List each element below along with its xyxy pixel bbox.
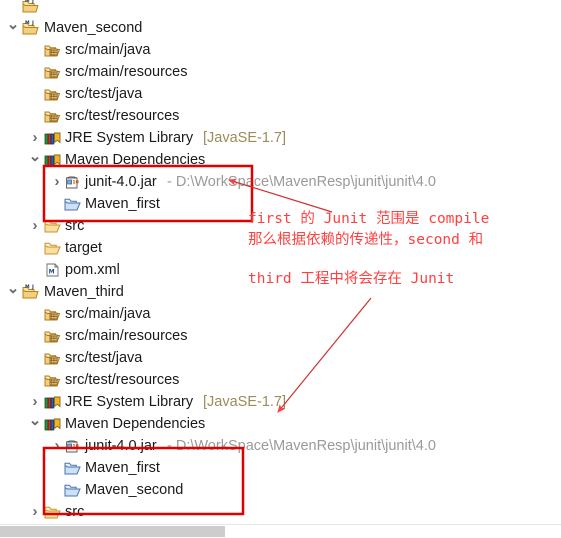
annotation-line-2: 那么根据依赖的传递性，second 和 xyxy=(248,232,484,248)
source-folder-icon xyxy=(44,39,62,61)
chevron-down-icon[interactable] xyxy=(6,281,20,304)
library-icon xyxy=(44,413,62,435)
chevron-right-icon[interactable] xyxy=(28,501,42,524)
svg-text:M: M xyxy=(25,0,30,4)
jar-icon: 10 xyxy=(64,435,82,457)
tree-row-label: src xyxy=(65,504,85,520)
tree-row[interactable]: Maven Dependencies xyxy=(0,149,561,171)
tree-row-label: Maven_first xyxy=(85,196,160,212)
tree-row-label: junit-4.0.jar xyxy=(85,174,157,190)
tree-row[interactable]: Maven Dependencies xyxy=(0,413,561,435)
library-icon xyxy=(44,149,62,171)
pom-xml-icon: M xyxy=(44,259,62,281)
tree-row-label: src/main/resources xyxy=(65,328,188,344)
svg-text:J: J xyxy=(31,20,34,26)
tree-row-path: - D:\WorkSpace\MavenResp\junit\junit\4.0 xyxy=(167,174,436,190)
tree-row[interactable]: 10 junit-4.0.jar - D:\WorkSpace\MavenResp\… xyxy=(0,171,561,193)
tree-row-label: Maven_second xyxy=(44,20,143,36)
tree-row[interactable]: src/test/resources xyxy=(0,105,561,127)
tree-row-label: JRE System Library xyxy=(65,130,194,146)
tree-row-version: [JavaSE-1.7] xyxy=(203,394,287,410)
package-explorer-tree[interactable]: MJMJMaven_secondsrc/main/javasrc/main/re… xyxy=(0,0,561,524)
horizontal-scrollbar-thumb[interactable] xyxy=(0,526,225,537)
tree-row-path: - D:\WorkSpace\MavenResp\junit\junit\4.0 xyxy=(167,438,436,454)
source-folder-icon xyxy=(44,83,62,105)
tree-row-label: target xyxy=(65,240,103,256)
tree-row[interactable]: src/main/resources xyxy=(0,325,561,347)
svg-text:M: M xyxy=(49,269,55,276)
tree-row-label: src/test/resources xyxy=(65,108,180,124)
tree-row[interactable]: 10 junit-4.0.jar - D:\WorkSpace\MavenResp\… xyxy=(0,435,561,457)
svg-text:J: J xyxy=(31,284,34,290)
tree-row-label: Maven_third xyxy=(44,284,124,300)
plain-folder-icon xyxy=(44,237,62,259)
chevron-right-icon[interactable] xyxy=(50,171,64,194)
project-folder-icon xyxy=(64,457,82,479)
tree-row[interactable]: src/test/java xyxy=(0,347,561,369)
maven-project-folder-icon: MJ xyxy=(22,281,40,303)
source-folder-icon xyxy=(44,347,62,369)
tree-row[interactable]: src/main/java xyxy=(0,303,561,325)
plain-folder-icon xyxy=(44,501,62,523)
source-folder-icon xyxy=(44,325,62,347)
svg-text:J: J xyxy=(31,0,34,4)
library-icon xyxy=(44,127,62,149)
svg-text:M: M xyxy=(25,20,30,26)
project-folder-icon xyxy=(64,479,82,501)
chevron-down-icon[interactable] xyxy=(28,413,42,436)
tree-row-label: src/main/java xyxy=(65,42,151,58)
source-folder-icon xyxy=(44,61,62,83)
chevron-down-icon[interactable] xyxy=(28,149,42,172)
tree-row[interactable]: Maven_first xyxy=(0,457,561,479)
tree-row[interactable]: JRE System Library [JavaSE-1.7] xyxy=(0,391,561,413)
tree-row-label: Maven Dependencies xyxy=(65,416,206,432)
tree-row-label: Maven_first xyxy=(85,460,160,476)
plain-folder-icon xyxy=(44,215,62,237)
chevron-right-icon[interactable] xyxy=(28,127,42,150)
svg-text:10: 10 xyxy=(72,444,78,450)
tree-row-version: [JavaSE-1.7] xyxy=(203,130,287,146)
project-folder-icon xyxy=(64,193,82,215)
tree-row-label: src/test/java xyxy=(65,86,143,102)
tree-row-label: src xyxy=(65,218,85,234)
tree-row[interactable]: src/main/resources xyxy=(0,61,561,83)
horizontal-scrollbar[interactable] xyxy=(0,524,561,538)
maven-project-folder-icon: MJ xyxy=(22,17,40,39)
tree-row-label: src/main/resources xyxy=(65,64,188,80)
annotation-line-1: first 的 Junit 范围是 compile xyxy=(248,211,490,227)
tree-row[interactable]: JRE System Library [JavaSE-1.7] xyxy=(0,127,561,149)
chevron-right-icon[interactable] xyxy=(50,435,64,458)
tree-row-label: src/main/java xyxy=(65,306,151,322)
library-icon xyxy=(44,391,62,413)
tree-row[interactable]: Maven_second xyxy=(0,479,561,501)
jar-icon: 10 xyxy=(64,171,82,193)
svg-text:M: M xyxy=(25,284,30,290)
maven-project-folder-icon: MJ xyxy=(22,0,40,17)
tree-row-label: src/test/java xyxy=(65,350,143,366)
tree-row[interactable]: src/test/java xyxy=(0,83,561,105)
source-folder-icon xyxy=(44,303,62,325)
source-folder-icon xyxy=(44,105,62,127)
annotation-line-3: third 工程中将会存在 Junit xyxy=(248,271,455,287)
tree-row[interactable]: MJMaven_second xyxy=(0,17,561,39)
tree-row[interactable]: src/main/java xyxy=(0,39,561,61)
tree-row-label: Maven Dependencies xyxy=(65,152,206,168)
tree-row[interactable]: src/test/resources xyxy=(0,369,561,391)
tree-row-label: pom.xml xyxy=(65,262,120,278)
chevron-down-icon[interactable] xyxy=(6,17,20,40)
svg-text:10: 10 xyxy=(72,180,78,186)
source-folder-icon xyxy=(44,369,62,391)
tree-row-label: Maven_second xyxy=(85,482,184,498)
tree-row-label: junit-4.0.jar xyxy=(85,438,157,454)
chevron-right-icon[interactable] xyxy=(28,215,42,238)
tree-row-label: src/test/resources xyxy=(65,372,180,388)
tree-row[interactable]: MJ xyxy=(0,0,561,17)
tree-row[interactable]: src xyxy=(0,501,561,523)
chevron-right-icon[interactable] xyxy=(28,391,42,414)
tree-row-label: JRE System Library xyxy=(65,394,194,410)
